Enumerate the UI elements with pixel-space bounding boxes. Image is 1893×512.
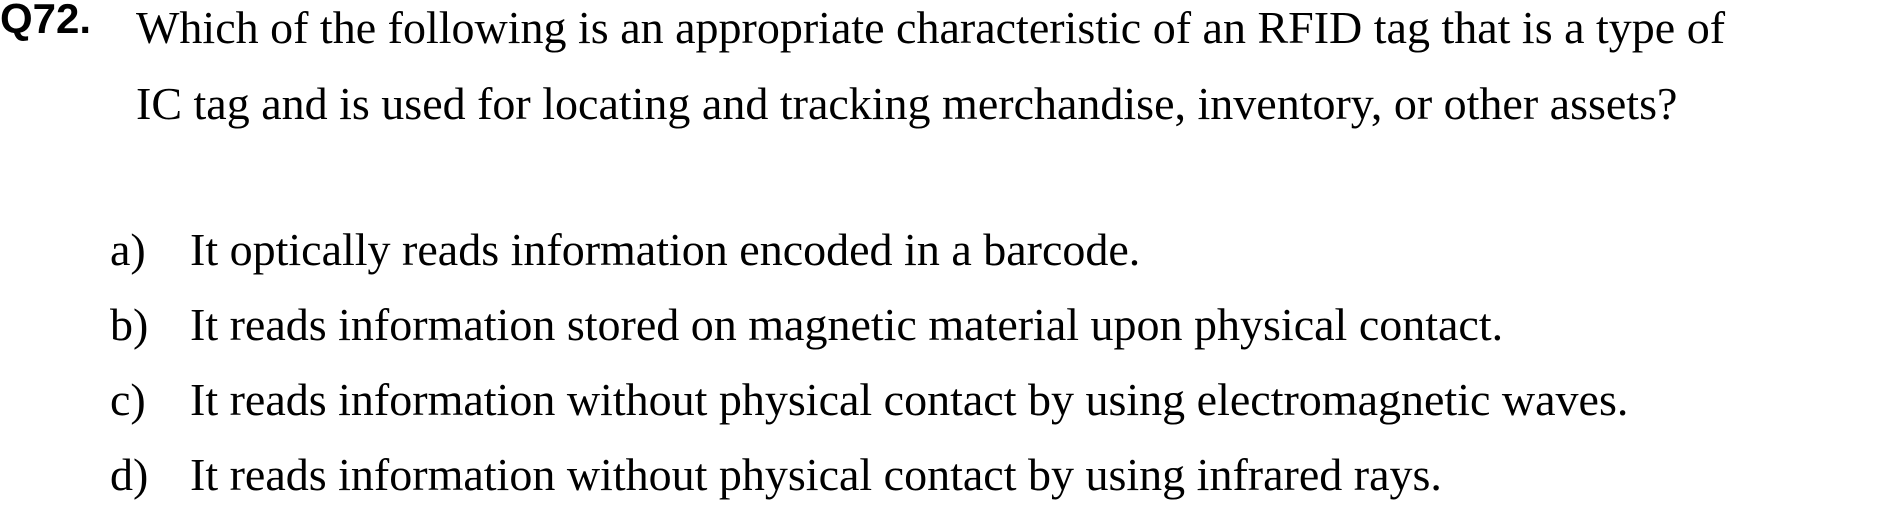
option-a-letter: a) — [110, 224, 146, 275]
question-text: Which of the following is an appropriate… — [136, 0, 1893, 142]
question-page: Q72. Which of the following is an approp… — [0, 0, 1893, 500]
question-text-line-1: Which of the following is an appropriate… — [136, 2, 1726, 53]
option-b: b) It reads information stored on magnet… — [0, 287, 1893, 362]
option-d: d) It reads information without physical… — [0, 437, 1893, 512]
question-number: Q72. — [0, 0, 92, 42]
question-text-line-2: IC tag and is used for locating and trac… — [136, 78, 1678, 129]
option-d-letter: d) — [110, 449, 149, 500]
option-c: c) It reads information without physical… — [0, 362, 1893, 437]
option-a: a) It optically reads information encode… — [0, 212, 1893, 287]
option-a-text: It optically reads information encoded i… — [190, 224, 1141, 275]
answer-options: a) It optically reads information encode… — [0, 212, 1893, 512]
option-b-text: It reads information stored on magnetic … — [190, 299, 1504, 350]
option-c-letter: c) — [110, 374, 146, 425]
option-d-text: It reads information without physical co… — [190, 449, 1442, 500]
option-b-letter: b) — [110, 299, 149, 350]
option-c-text: It reads information without physical co… — [190, 374, 1629, 425]
